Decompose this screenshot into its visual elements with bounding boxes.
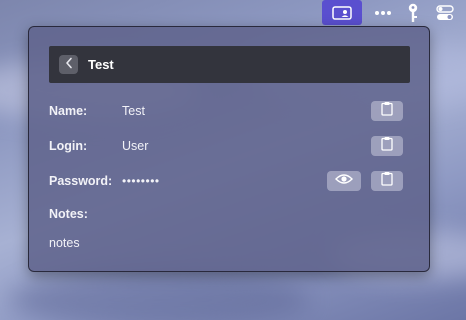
eye-icon (335, 172, 353, 190)
login-value: User (122, 139, 149, 153)
copy-password-button[interactable] (371, 171, 403, 191)
entry-title: Test (88, 57, 114, 72)
notes-label: Notes: (49, 207, 88, 221)
name-row: Name: Test (49, 101, 410, 121)
copy-name-button[interactable] (371, 101, 403, 121)
key-icon[interactable] (400, 0, 426, 25)
clipboard-icon (381, 171, 393, 191)
password-value: •••••••• (122, 174, 160, 188)
password-detail-popover: Test Name: Test Login: User Password: ••… (28, 26, 430, 272)
control-center-icon[interactable] (430, 0, 460, 25)
login-label: Login: (49, 139, 88, 153)
detail-header: Test (49, 46, 410, 83)
contact-card-icon[interactable] (322, 0, 362, 25)
more-icon[interactable] (370, 0, 396, 25)
clipboard-icon (381, 136, 393, 156)
password-label: Password: (49, 174, 113, 188)
reveal-password-button[interactable] (327, 171, 361, 191)
name-label: Name: (49, 104, 88, 118)
chevron-left-icon (65, 56, 73, 74)
menu-bar (0, 0, 466, 25)
notes-row: Notes: (49, 204, 410, 224)
name-value: Test (122, 104, 145, 118)
clipboard-icon (381, 101, 393, 121)
notes-value: notes (49, 236, 80, 250)
copy-login-button[interactable] (371, 136, 403, 156)
back-button[interactable] (59, 55, 78, 74)
login-row: Login: User (49, 136, 410, 156)
